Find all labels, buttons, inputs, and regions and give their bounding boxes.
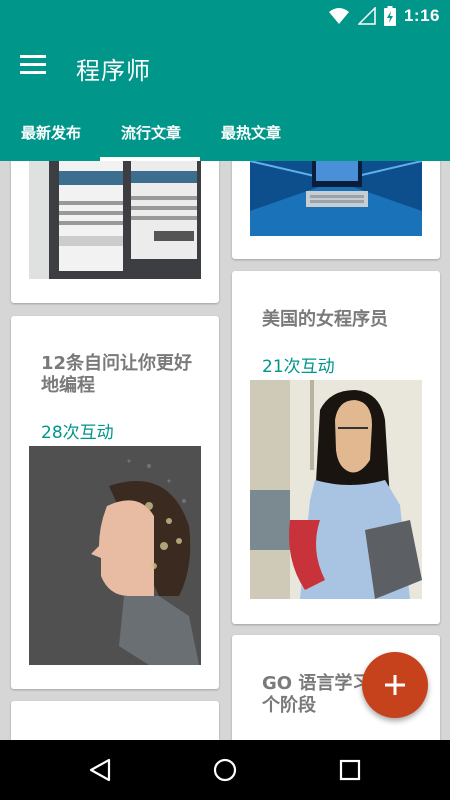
status-time: 1:16 — [403, 6, 440, 25]
card-interaction-count: 21次互动 — [262, 357, 335, 377]
card-interaction-count: 28次互动 — [41, 423, 114, 443]
article-card[interactable] — [11, 161, 219, 303]
back-icon[interactable] — [87, 757, 113, 783]
tab-latest[interactable]: 最新发布 — [21, 122, 81, 143]
card-title: 12条自问让你更好地编程 — [41, 353, 193, 396]
battery-icon — [383, 6, 396, 26]
app-title: 程序师 — [76, 57, 151, 85]
status-bar: 1:16 — [0, 0, 450, 34]
wifi-icon — [328, 8, 349, 24]
tab-bar: 最新发布 流行文章 最热文章 — [0, 100, 450, 161]
app-bar: 程序师 — [0, 34, 450, 100]
article-card[interactable]: 美国的女程序员 21次互动 — [232, 271, 440, 624]
card-title: 美国的女程序员 — [262, 309, 388, 330]
signal-icon — [357, 7, 376, 25]
woman-with-cables-image — [250, 380, 422, 599]
tab-popular[interactable]: 流行文章 — [121, 122, 181, 143]
woman-thinking-image — [29, 446, 201, 665]
recents-icon[interactable] — [337, 757, 363, 783]
home-icon[interactable] — [212, 757, 238, 783]
hamburger-menu-icon[interactable] — [20, 54, 50, 80]
navigation-bar — [0, 740, 450, 800]
article-card[interactable]: 12条自问让你更好地编程 28次互动 — [11, 316, 219, 689]
article-card[interactable] — [11, 701, 219, 740]
article-card[interactable] — [232, 161, 440, 259]
medicine-bottles-image — [29, 161, 201, 279]
add-button[interactable] — [362, 652, 428, 718]
status-icons: 1:16 — [328, 6, 440, 26]
computer-binary-image — [250, 161, 422, 236]
tab-hottest[interactable]: 最热文章 — [221, 122, 281, 143]
plus-icon — [385, 675, 405, 695]
